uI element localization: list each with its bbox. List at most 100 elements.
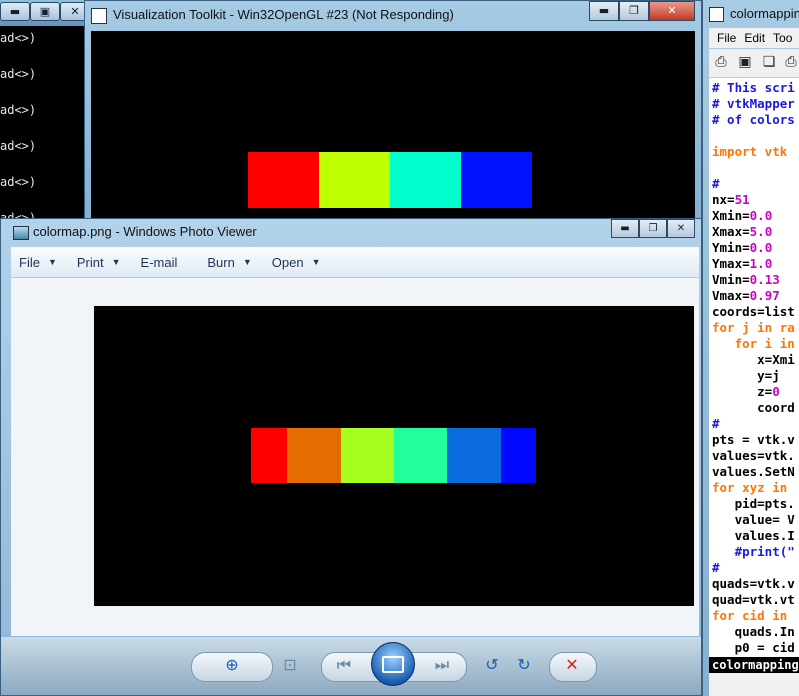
console-minimize-button[interactable]: ▬ [0, 2, 30, 21]
code-number: 51 [734, 192, 750, 207]
idle-window-title: colormappin [730, 6, 799, 21]
code-line: coords=list [712, 304, 795, 319]
code-line: # [712, 560, 720, 575]
idle-menu-file[interactable]: File [717, 31, 736, 45]
vtk-close-button[interactable]: ✕ [649, 1, 695, 21]
code-line: value= V [712, 512, 795, 527]
menu-email[interactable]: E-mail [141, 255, 178, 270]
print-icon[interactable]: ⎙ [713, 54, 729, 70]
previous-icon[interactable]: ⏮ [331, 655, 357, 679]
idle-menu-edit[interactable]: Edit [744, 31, 765, 45]
code-line: # [712, 176, 720, 191]
vtk-window-title: Visualization Toolkit - Win32OpenGL #23 … [113, 7, 454, 22]
vtk-minimize-button[interactable]: ▬ [589, 1, 619, 21]
menu-burn[interactable]: Burn ▼ [207, 255, 251, 270]
dropdown-arrow-icon: ▼ [111, 257, 121, 267]
colormap-segment [341, 428, 394, 483]
next-icon[interactable]: ⏭ [429, 655, 455, 679]
colormap-segment [287, 428, 341, 483]
menu-open[interactable]: Open ▼ [272, 255, 321, 270]
save-icon[interactable]: ▣ [737, 54, 753, 70]
code-line: p0 = cid [712, 640, 795, 655]
code-identifier: Vmin= [712, 272, 750, 287]
code-line: Vmax=0.97 [712, 288, 780, 304]
console-line: ad<>) [0, 103, 37, 117]
code-line: values.SetN [712, 464, 795, 479]
dropdown-arrow-icon: ▼ [242, 257, 252, 267]
colormap-segment [501, 428, 536, 483]
actual-size-icon[interactable]: ⊡ [277, 655, 303, 679]
code-identifier: nx= [712, 192, 735, 207]
code-line: for cid in [712, 608, 788, 623]
code-editor[interactable]: # This scri # vtkMapper # of colors import … [709, 78, 799, 684]
photo-viewer-window: colormap.png - Windows Photo Viewer ▬ ❐ … [0, 218, 702, 696]
code-number: 0.13 [749, 272, 780, 287]
code-line: for xyz in [712, 480, 788, 495]
idle-app-icon [709, 7, 724, 22]
slideshow-icon[interactable] [371, 642, 415, 686]
console-maximize-button[interactable]: ▣ [30, 2, 60, 21]
photo-viewer-minimize-button[interactable]: ▬ [611, 219, 639, 238]
vtk-colorbar-segment [390, 152, 461, 208]
console-output: ad<>)ad<>)ad<>)ad<>)ad<>)ad<>) [0, 30, 36, 246]
console-title-bar[interactable]: ▬ ▣ ✕ [0, 0, 90, 26]
console-line: ad<>) [0, 175, 37, 189]
code-line: y=j [712, 368, 780, 383]
rotate-counterclockwise-icon[interactable]: ↺ [479, 655, 505, 679]
idle-toolbar: ⎙ ▣ ❏ ⎙ [709, 49, 799, 78]
console-line: ad<>) [0, 31, 37, 45]
colormap-segment [447, 428, 501, 483]
photo-viewer-title: colormap.png - Windows Photo Viewer [33, 224, 257, 239]
code-line: Ymin=0.0 [712, 240, 772, 256]
code-line: quads=vtk.v [712, 576, 795, 591]
vtk-maximize-button[interactable]: ❐ [619, 1, 649, 21]
code-line: values=vtk. [712, 448, 795, 463]
code-number: 1.0 [749, 256, 773, 271]
menu-print[interactable]: Print ▼ [77, 255, 121, 270]
code-line: values.I [712, 528, 795, 543]
vtk-app-icon [91, 8, 107, 24]
code-number: 0 [772, 384, 780, 399]
code-line: x=Xmi [712, 352, 795, 367]
code-line: # of colors [712, 112, 795, 127]
code-identifier: z= [712, 384, 773, 399]
code-line: pid=pts. [712, 496, 795, 511]
idle-editor-window: colormappin File Edit Too ⎙ ▣ ❏ ⎙ # This… [702, 0, 799, 696]
vtk-colorbar-segment [248, 152, 319, 208]
code-line: #print(" [712, 544, 795, 559]
zoom-icon[interactable]: ⊕ [219, 655, 245, 679]
idle-menu-tools[interactable]: Too [773, 31, 792, 45]
code-line: # This scri [712, 80, 795, 95]
vtk-render-canvas[interactable] [91, 31, 695, 249]
code-line: Xmax=5.0 [712, 224, 772, 240]
dropdown-arrow-icon: ▼ [47, 257, 57, 267]
idle-menu-bar: File Edit Too [709, 28, 799, 48]
rotate-clockwise-icon[interactable]: ↻ [511, 655, 537, 679]
code-number: 5.0 [749, 224, 773, 239]
vtk-colorbar-segment [319, 152, 390, 208]
code-line: coord [712, 400, 795, 415]
dropdown-arrow-icon: ▼ [311, 257, 321, 267]
print-preview-icon[interactable]: ⎙ [783, 54, 799, 70]
photo-viewer-view-area [11, 278, 699, 636]
code-identifier: Ymax= [712, 256, 750, 271]
menu-label: Print [76, 254, 104, 270]
code-line: pts = vtk.v [712, 432, 795, 447]
photo-viewer-close-button[interactable]: ✕ [667, 219, 695, 238]
code-line: Vmin=0.13 [712, 272, 780, 288]
colormap-image [94, 306, 694, 606]
code-line: for j in ra [712, 320, 795, 335]
save-all-icon[interactable]: ❏ [761, 54, 777, 70]
code-line: for i in [712, 336, 795, 351]
code-line: quads.In [712, 624, 795, 639]
code-identifier: Ymin= [712, 240, 750, 255]
photo-viewer-menu-bar: File ▼ Print ▼ E-mail Burn ▼ Open ▼ [11, 247, 699, 278]
console-line: ad<>) [0, 139, 37, 153]
photo-viewer-maximize-button[interactable]: ❐ [639, 219, 667, 238]
vtk-window: Visualization Toolkit - Win32OpenGL #23 … [84, 0, 702, 250]
code-line: import vtk [712, 144, 788, 159]
delete-icon[interactable]: ✕ [559, 655, 585, 679]
code-line: # vtkMapper [712, 96, 795, 111]
code-line: nx=51 [712, 192, 750, 208]
menu-file[interactable]: File ▼ [19, 255, 57, 270]
